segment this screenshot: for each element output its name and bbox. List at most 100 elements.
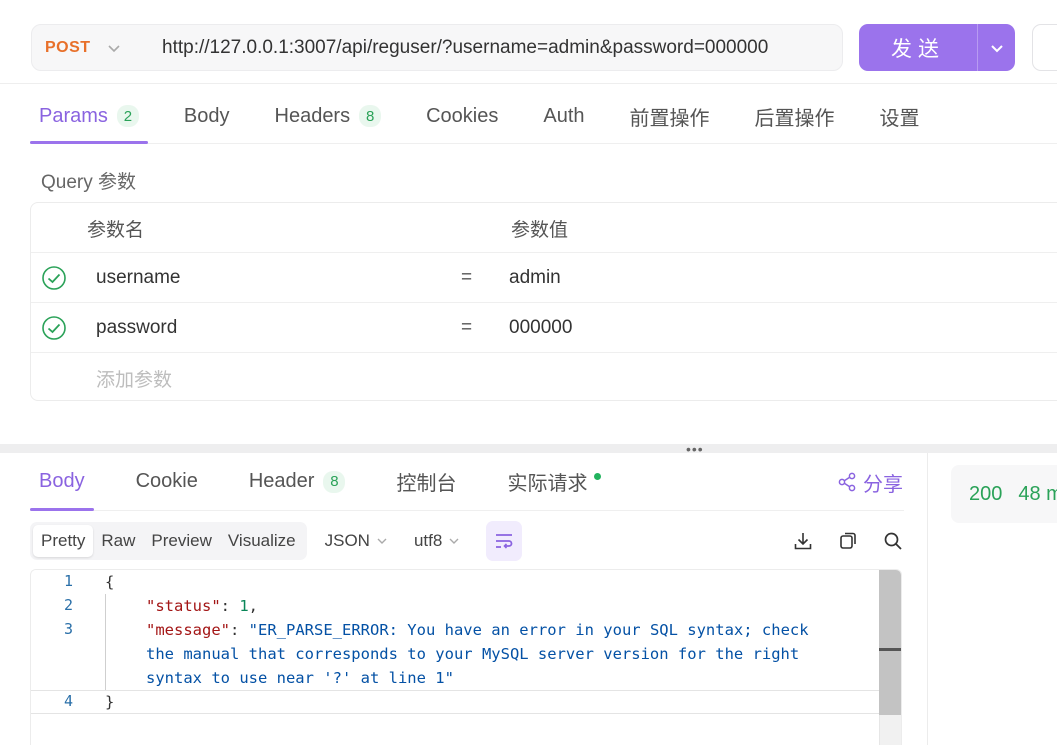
format-select[interactable]: JSON bbox=[325, 531, 388, 551]
view-mode-switch: Pretty Raw Preview Visualize bbox=[30, 522, 307, 560]
param-row[interactable]: username = admin bbox=[31, 253, 1057, 303]
code-line: { bbox=[105, 573, 115, 591]
request-tab-label: Params bbox=[39, 104, 108, 127]
param-key[interactable]: password bbox=[96, 303, 177, 353]
param-row[interactable]: password = 000000 bbox=[31, 303, 1057, 353]
response-status: 200 48 ms bbox=[951, 465, 1057, 523]
current-line-highlight bbox=[31, 690, 881, 714]
code-line: syntax to use near '?' at line 1" bbox=[146, 669, 454, 687]
request-tab-label: Cookies bbox=[426, 104, 499, 127]
check-circle-icon[interactable] bbox=[41, 253, 67, 303]
response-tab-label: Cookie bbox=[135, 470, 198, 492]
format-label: JSON bbox=[324, 531, 370, 550]
share-icon bbox=[838, 472, 856, 492]
response-tab[interactable]: Header 8 bbox=[240, 453, 355, 510]
request-bar: POST http://127.0.0.1:3007/api/reguser/?… bbox=[0, 0, 1057, 84]
response-panel: Body Cookie Header 8 控制台 实际请求 分享 Pretty Raw P… bbox=[0, 453, 928, 745]
encoding-label: utf8 bbox=[413, 531, 443, 550]
line-number: 1 bbox=[63, 572, 73, 590]
indent-guide bbox=[105, 594, 106, 690]
send-label[interactable]: 发送 bbox=[859, 24, 978, 71]
request-tab-label: Body bbox=[183, 104, 230, 127]
response-tab[interactable]: 实际请求 bbox=[498, 453, 610, 510]
count-badge: 2 bbox=[116, 105, 139, 127]
params-header-row: 参数名 参数值 bbox=[31, 203, 1057, 253]
response-tab[interactable]: 控制台 bbox=[387, 453, 465, 510]
request-tab[interactable]: Headers 8 bbox=[266, 89, 391, 143]
word-wrap-icon bbox=[496, 534, 513, 549]
response-tab[interactable]: Cookie bbox=[127, 453, 207, 510]
response-tab-label: Body bbox=[39, 470, 85, 492]
panel-splitter[interactable] bbox=[0, 444, 1057, 453]
code-line: "message": "ER_PARSE_ERROR: You have an … bbox=[146, 621, 809, 639]
chevron-down-icon bbox=[377, 538, 387, 544]
send-options-button[interactable] bbox=[978, 24, 1015, 71]
share-button[interactable]: 分享 bbox=[837, 453, 903, 511]
chevron-down-icon bbox=[449, 538, 459, 544]
chevron-down-icon bbox=[107, 41, 121, 55]
encoding-select[interactable]: utf8 bbox=[414, 531, 460, 551]
editor-scrollbar[interactable] bbox=[879, 570, 901, 745]
param-value[interactable]: admin bbox=[509, 253, 561, 303]
copy-icon[interactable] bbox=[837, 530, 859, 552]
col-value-header: 参数值 bbox=[511, 219, 569, 241]
word-wrap-button[interactable] bbox=[486, 521, 523, 561]
scroll-marker bbox=[879, 648, 901, 651]
request-tab[interactable]: 后置操作 bbox=[746, 89, 844, 143]
method-select[interactable]: POST bbox=[32, 25, 142, 70]
view-mode-visualize[interactable]: Visualize bbox=[220, 525, 304, 557]
view-mode-pretty[interactable]: Pretty bbox=[33, 525, 94, 557]
response-tab-label: 实际请求 bbox=[507, 473, 588, 495]
chevron-down-icon bbox=[990, 44, 1003, 52]
request-tab[interactable]: Auth bbox=[534, 89, 593, 143]
url-box: POST http://127.0.0.1:3007/api/reguser/?… bbox=[31, 24, 843, 71]
response-tabs: Body Cookie Header 8 控制台 实际请求 bbox=[30, 453, 904, 511]
param-key[interactable]: username bbox=[96, 253, 181, 303]
code-line: } bbox=[105, 693, 115, 711]
code-line: "status": 1, bbox=[146, 597, 259, 615]
send-button[interactable]: 发送 bbox=[859, 24, 1015, 71]
status-dot-icon bbox=[594, 473, 602, 480]
response-tab-label: Header bbox=[248, 470, 315, 492]
share-label: 分享 bbox=[863, 473, 903, 496]
method-label: POST bbox=[45, 38, 91, 56]
count-badge: 8 bbox=[323, 470, 346, 493]
search-icon[interactable] bbox=[882, 530, 904, 552]
url-input[interactable]: http://127.0.0.1:3007/api/reguser/?usern… bbox=[142, 37, 842, 59]
response-tab[interactable]: Body bbox=[30, 453, 94, 511]
request-tab-label: 前置操作 bbox=[629, 107, 710, 130]
add-param-row[interactable]: 添加参数 bbox=[31, 353, 1057, 403]
request-tab[interactable]: 前置操作 bbox=[621, 89, 719, 143]
request-tab-label: Headers bbox=[274, 104, 351, 127]
scroll-thumb[interactable] bbox=[879, 570, 901, 715]
request-tab-label: 设置 bbox=[879, 107, 920, 130]
add-param-placeholder[interactable]: 添加参数 bbox=[96, 353, 172, 403]
status-code: 200 bbox=[969, 482, 1003, 505]
request-tab-label: Auth bbox=[543, 104, 585, 127]
response-body-editor[interactable]: 1 2 3 4 { "status": 1, "message": "ER_PA… bbox=[30, 569, 902, 745]
line-number: 3 bbox=[63, 620, 73, 638]
line-number: 2 bbox=[63, 596, 73, 614]
line-gutter: 1 2 3 4 bbox=[31, 570, 103, 745]
drag-handle-icon[interactable]: ••• bbox=[686, 442, 704, 456]
request-tab[interactable]: 设置 bbox=[871, 89, 929, 143]
response-tab-label: 控制台 bbox=[396, 473, 457, 495]
view-mode-preview[interactable]: Preview bbox=[143, 525, 219, 557]
query-title: Query 参数 bbox=[41, 172, 137, 193]
request-tab[interactable]: Cookies bbox=[417, 89, 507, 143]
code-line: the manual that corresponds to your MySQ… bbox=[146, 645, 800, 663]
view-mode-raw[interactable]: Raw bbox=[93, 525, 143, 557]
save-button[interactable] bbox=[1032, 24, 1057, 71]
download-icon[interactable] bbox=[792, 530, 814, 552]
response-time: 48 ms bbox=[1018, 482, 1057, 505]
param-equals: = bbox=[461, 317, 473, 338]
count-badge: 8 bbox=[359, 105, 382, 127]
param-value[interactable]: 000000 bbox=[509, 303, 572, 353]
response-toolbar: Pretty Raw Preview Visualize JSON utf8 bbox=[30, 521, 904, 561]
request-tabs: Params 2 Body Headers 8 Cookies Auth 前置操作 后置操作 设置 bbox=[30, 89, 1057, 144]
check-circle-icon[interactable] bbox=[41, 303, 67, 353]
param-equals: = bbox=[461, 267, 473, 288]
request-tab[interactable]: Body bbox=[175, 89, 239, 143]
request-tab[interactable]: Params 2 bbox=[30, 89, 148, 144]
params-table: 参数名 参数值 username = admin password = 0000… bbox=[30, 202, 1057, 401]
